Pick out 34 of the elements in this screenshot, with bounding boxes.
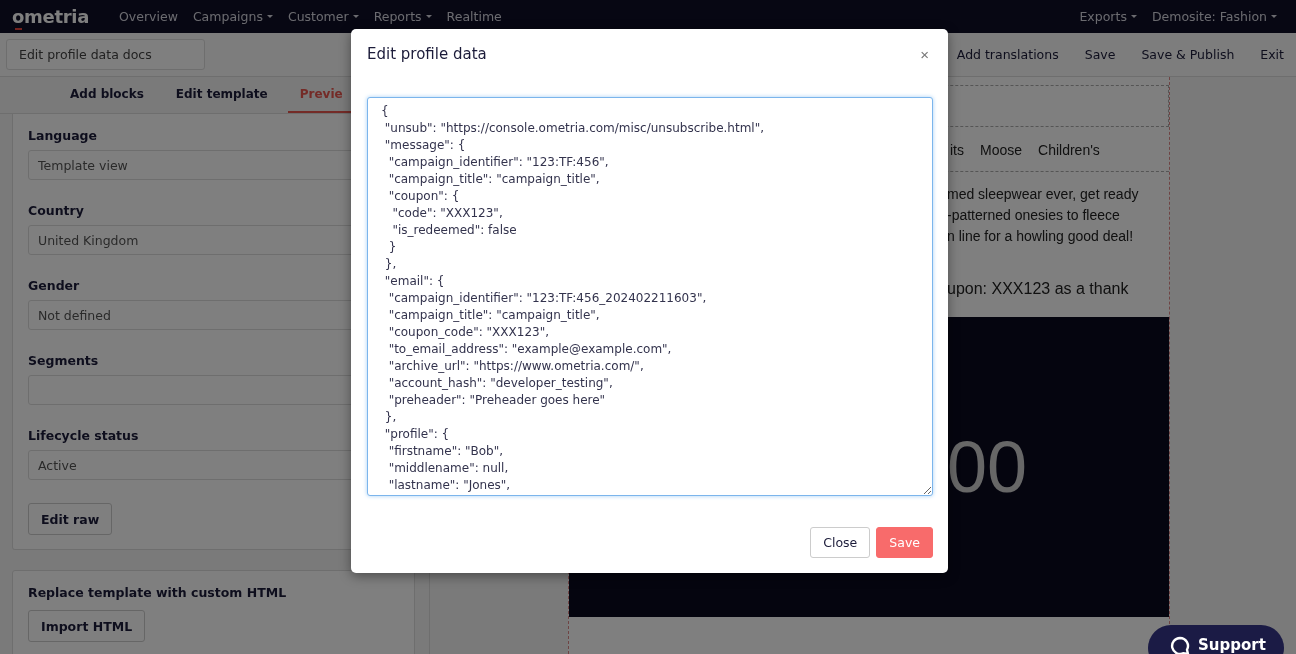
close-button[interactable]: × (916, 45, 933, 63)
email-menu-item[interactable]: Children's (1038, 142, 1100, 158)
toolbar-link[interactable]: Save & Publish (1141, 47, 1235, 62)
docs-button[interactable]: Edit profile data docs (6, 39, 205, 70)
nav-menu-item[interactable]: Exports (1079, 9, 1137, 24)
nav-menu-item[interactable]: Demosite: Fashion (1151, 9, 1277, 24)
tab[interactable]: Edit template (163, 77, 280, 113)
close-button[interactable]: Close (810, 527, 871, 558)
tab[interactable]: Add blocks (58, 77, 156, 113)
email-menu-item[interactable]: its (950, 142, 964, 158)
nav-menu-item[interactable]: Customer (287, 9, 359, 24)
banner-text: 00 (947, 426, 1028, 508)
edit-raw-button[interactable]: Edit raw (28, 503, 113, 535)
section-title: Replace template with custom HTML (28, 585, 288, 600)
nav-menu-item[interactable]: Realtime (446, 9, 502, 24)
logo[interactable]: ometria (12, 6, 90, 27)
support-button[interactable]: Support (1148, 625, 1284, 654)
toolbar-link[interactable]: Add translations (956, 47, 1059, 62)
nav-menu-item[interactable]: Overview (119, 9, 178, 24)
chat-icon (1170, 636, 1190, 654)
json-editor-field[interactable]: { "unsub": "https://console.ometria.com/misc/unsubscribe.html", "message": { "campaign_identifier": "123:TF:456", "campaign_title": "campaign_title", "coupon": { "code": "XXX123", "is_redeemed": false } }, "email": { "campaign_identifier": "123:TF:456_202402211603", "campaign_title": "campaign_title", "coupon_code": "XXX123", "to_email_address": "example@example.com", "archive_url": "https://www.ometria.com/", "account_hash": "developer_testing", "preheader": "Preheader goes here" }, "profile": { "firstname": "Bob", "middlename": null, "lastname": "Jones", (367, 97, 933, 496)
import-html-button[interactable]: Import HTML (28, 610, 146, 642)
save-button[interactable]: Save (876, 527, 933, 558)
email-menu-item[interactable]: Moose (980, 142, 1023, 158)
email-coupon-text: upon: XXX123 as a thank (947, 279, 1130, 299)
email-text-line: n line for a howling good deal! (947, 227, 1135, 246)
nav-menu-item[interactable]: Campaigns (192, 9, 273, 24)
nav-menu-item[interactable]: Reports (373, 9, 432, 24)
toolbar-link[interactable]: Save (1084, 47, 1116, 62)
email-text-line: -patterned onesies to fleece (947, 206, 1121, 225)
toolbar-link[interactable]: Exit (1260, 47, 1284, 62)
field-label: Language (28, 128, 98, 143)
modal-title: Edit profile data (367, 45, 487, 63)
email-text-line: med sleepwear ever, get ready (947, 185, 1140, 204)
